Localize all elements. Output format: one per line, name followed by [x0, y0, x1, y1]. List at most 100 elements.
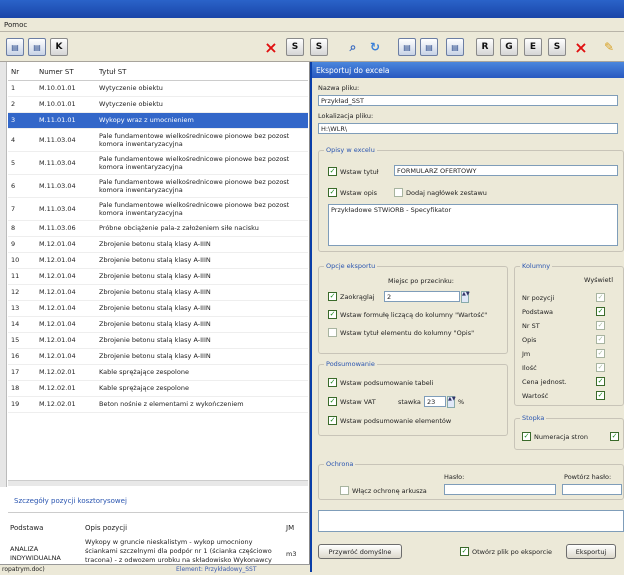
table-row[interactable]: 17 M.12.02.01 Kable sprężające zespolone [8, 364, 308, 381]
file-name-input[interactable]: Przykład_SST [318, 95, 618, 106]
column-option-checkbox[interactable]: ✓ [596, 349, 605, 358]
table-row[interactable]: 7 M.11.03.04 Pale fundamentowe wielkośredn… [8, 197, 308, 221]
export-button[interactable]: Eksportuj [566, 544, 616, 559]
details-jm[interactable]: m3 [286, 550, 296, 559]
table-row[interactable]: 19 M.12.02.01 Beton nośnie z elementami z … [8, 396, 308, 413]
title-input[interactable]: FORMULARZ OFERTOWY [394, 165, 618, 176]
column-header-tytul-st[interactable]: Tytuł ST [96, 64, 308, 81]
column-option-checkbox[interactable]: ✓ [596, 391, 605, 400]
table-cell-nr: 1 [8, 80, 36, 97]
column-header-numer-st[interactable]: Numer ST [36, 64, 96, 81]
horizontal-scrollbar[interactable] [8, 480, 308, 486]
spinner-icon[interactable]: ▲▼ [461, 291, 470, 303]
ochrona-label: Włącz ochronę arkusza [352, 487, 427, 495]
column-option-checkbox[interactable]: ✓ [596, 335, 605, 344]
table-row[interactable]: 15 M.12.01.04 Zbrojenie betonu stalą klasy… [8, 332, 308, 349]
refresh-icon[interactable]: ↻ [366, 38, 384, 56]
table-row[interactable]: 13 M.12.01.04 Zbrojenie betonu stalą klasy… [8, 300, 308, 317]
table-row[interactable]: 14 M.12.01.04 Zbrojenie betonu stalą klasy… [8, 316, 308, 333]
table-row[interactable]: 4 M.11.03.04 Pale fundamentowe wielkośredn… [8, 128, 308, 152]
decimal-places-input[interactable]: 2 [384, 291, 460, 302]
haslo-label: Hasło: [444, 473, 465, 481]
status-file: ropatrym.doc) [2, 566, 45, 573]
document-icon[interactable]: ▤ [420, 38, 438, 56]
details-opis[interactable]: Wykopy w gruncie nieskalistym - wykop um… [85, 538, 280, 565]
s-button[interactable]: S [548, 38, 566, 56]
table-row[interactable]: 2 M.10.01.01 Wytyczenie obiektu [8, 96, 308, 113]
menu-item-pomoc[interactable]: Pomoc [4, 21, 27, 29]
stopka-extra-checkbox[interactable]: ✓ [610, 432, 619, 441]
r-button[interactable]: R [476, 38, 494, 56]
numeracja-checkbox[interactable]: ✓ [522, 432, 531, 441]
opisy-group-title: Opisy w excelu [324, 146, 377, 154]
table-cell-tytul: Pale fundamentowe wielkośrednicowe piono… [96, 128, 308, 152]
column-option-label: Opis [522, 336, 537, 344]
table-row[interactable]: 11 M.12.01.04 Zbrojenie betonu stalą klasy… [8, 268, 308, 285]
table-cell-nr: 12 [8, 284, 36, 301]
ochrona-checkbox[interactable] [340, 486, 349, 495]
password-repeat-input[interactable] [562, 484, 622, 495]
table-row[interactable]: 3 M.11.01.01 Wykopy wraz z umocnieniem [8, 112, 308, 129]
restore-defaults-button[interactable]: Przywróć domyślne [318, 544, 402, 559]
table-cell-tytul: Pale fundamentowe wielkośrednicowe piono… [96, 174, 308, 198]
column-option-checkbox[interactable]: ✓ [596, 363, 605, 372]
s-button[interactable]: S [310, 38, 328, 56]
zaokraglaj-checkbox[interactable]: ✓ [328, 292, 337, 301]
table-row[interactable]: 18 M.12.02.01 Kable sprężające zespolone [8, 380, 308, 397]
table-row[interactable]: 8 M.11.03.06 Próbne obciążenie pala-z zało… [8, 220, 308, 237]
column-option-checkbox[interactable]: ✓ [596, 377, 605, 386]
vat-rate-input[interactable]: 23 [424, 396, 446, 407]
column-option-checkbox[interactable]: ✓ [596, 321, 605, 330]
table-cell-nr: 4 [8, 128, 36, 152]
column-option-checkbox[interactable]: ✓ [596, 293, 605, 302]
details-podstawa[interactable]: ANALIZA INDYWIDUALNA [10, 545, 70, 563]
table-row[interactable]: 6 M.11.03.04 Pale fundamentowe wielkośredn… [8, 174, 308, 198]
wstaw-tytul-checkbox[interactable]: ✓ [328, 167, 337, 176]
table-row[interactable]: 1 M.10.01.01 Wytyczenie obiektu [8, 80, 308, 97]
delete-icon[interactable]: × [262, 38, 280, 57]
s-button[interactable]: S [286, 38, 304, 56]
document-icon[interactable]: ▤ [446, 38, 464, 56]
table-row[interactable]: 12 M.12.01.04 Zbrojenie betonu stalą klasy… [8, 284, 308, 301]
table-row[interactable]: 10 M.12.01.04 Zbrojenie betonu stalą klasy… [8, 252, 308, 269]
tytul-elementu-checkbox[interactable] [328, 328, 337, 337]
table-cell-nr: 19 [8, 396, 36, 413]
formula-checkbox[interactable]: ✓ [328, 310, 337, 319]
vat-checkbox[interactable]: ✓ [328, 397, 337, 406]
edit-icon[interactable]: ✎ [600, 38, 618, 56]
dodaj-naglowek-checkbox[interactable] [394, 188, 403, 197]
table-cell-nr: 8 [8, 220, 36, 237]
table-row[interactable]: 9 M.12.01.04 Zbrojenie betonu stalą klasy … [8, 236, 308, 253]
e-button[interactable]: E [524, 38, 542, 56]
table-cell-nr: 6 [8, 174, 36, 198]
zaokraglaj-label: Zaokrąglaj [340, 293, 375, 301]
table-cell-numer: M.12.01.04 [36, 316, 96, 333]
table-cell-nr: 11 [8, 268, 36, 285]
table-cell-numer: M.12.02.01 [36, 364, 96, 381]
table-cell-numer: M.10.01.01 [36, 80, 96, 97]
search-icon[interactable]: ⌕ [344, 38, 362, 56]
divider [8, 512, 308, 513]
table-cell-numer: M.11.03.04 [36, 174, 96, 198]
document-icon[interactable]: ▤ [398, 38, 416, 56]
table-row[interactable]: 5 M.11.03.04 Pale fundamentowe wielkośredn… [8, 151, 308, 175]
table-row[interactable]: 16 M.12.01.04 Zbrojenie betonu stalą klasy… [8, 348, 308, 365]
file-location-input[interactable]: H:\WLR\ [318, 123, 618, 134]
tabel-checkbox[interactable]: ✓ [328, 378, 337, 387]
k-button[interactable]: K [50, 38, 68, 56]
otworz-checkbox[interactable]: ✓ [460, 547, 469, 556]
column-header-nr[interactable]: Nr [8, 64, 36, 81]
details-title[interactable]: Szczegóły pozycji kosztorysowej [14, 497, 127, 505]
elementow-checkbox[interactable]: ✓ [328, 416, 337, 425]
password-input[interactable] [444, 484, 556, 495]
delete-icon[interactable]: × [572, 38, 590, 57]
table-cell-tytul: Zbrojenie betonu stalą klasy A-IIIN [96, 236, 308, 253]
document-icon[interactable]: ▤ [28, 38, 46, 56]
spinner-icon[interactable]: ▲▼ [447, 396, 456, 408]
table-cell-tytul: Zbrojenie betonu stalą klasy A-IIIN [96, 332, 308, 349]
g-button[interactable]: G [500, 38, 518, 56]
description-textarea[interactable]: Przykładowe STWiORB - Specyfikator [328, 204, 618, 246]
column-option-checkbox[interactable]: ✓ [596, 307, 605, 316]
document-icon[interactable]: ▤ [6, 38, 24, 56]
wstaw-opis-checkbox[interactable]: ✓ [328, 188, 337, 197]
